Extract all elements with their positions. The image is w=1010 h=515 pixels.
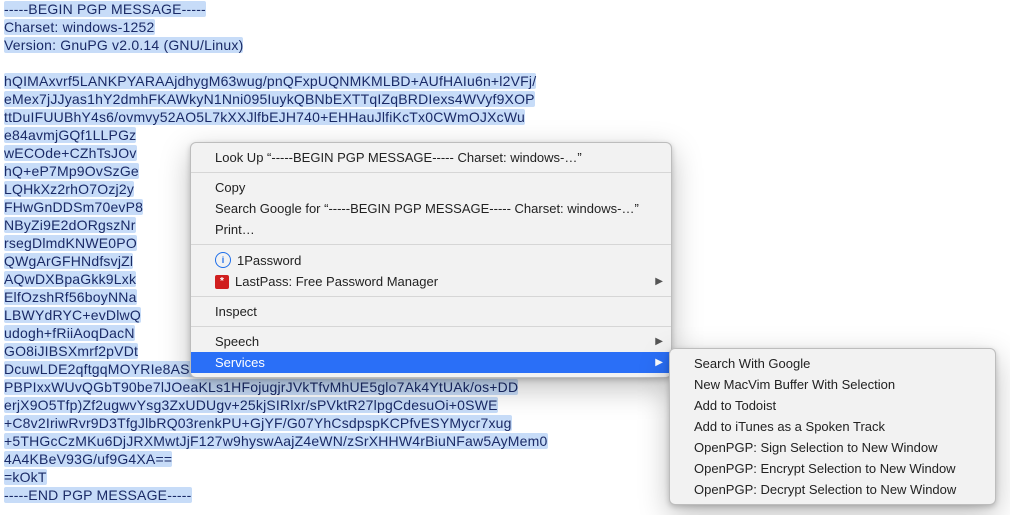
pgp-blank-line — [4, 54, 1006, 72]
menu-item-label: LastPass: Free Password Manager — [235, 274, 438, 289]
menu-item-copy[interactable]: Copy — [191, 177, 671, 198]
pgp-version-line: Version: GnuPG v2.0.14 (GNU/Linux) — [4, 36, 1006, 54]
menu-item-label: Search With Google — [694, 356, 810, 371]
menu-item-inspect[interactable]: Inspect — [191, 301, 671, 322]
menu-item-lastpass[interactable]: * LastPass: Free Password Manager ▶ — [191, 271, 671, 292]
chevron-right-icon: ▶ — [655, 357, 663, 368]
selected-text: PBPIxxWUvQGbT90be7lJOeaKLs1HFojugjrJVkTf… — [4, 379, 518, 395]
selected-text: erjX9O5Tfp)Zf2ugwvYsg3ZxUDUgv+25kjSIRlxr… — [4, 397, 498, 413]
menu-item-label: 1Password — [237, 253, 301, 268]
submenu-item-todoist[interactable]: Add to Todoist — [670, 395, 995, 416]
submenu-item-search-google[interactable]: Search With Google — [670, 353, 995, 374]
selected-text: QWgArGFHNdfsvjZl — [4, 253, 133, 269]
chevron-right-icon: ▶ — [655, 276, 663, 287]
selected-text: wECOde+CZhTsJOv — [4, 145, 137, 161]
menu-item-search-google[interactable]: Search Google for “-----BEGIN PGP MESSAG… — [191, 198, 671, 219]
selected-text: 4A4KBeV93G/uf9G4XA== — [4, 451, 172, 467]
menu-item-lookup[interactable]: Look Up “-----BEGIN PGP MESSAGE----- Cha… — [191, 147, 671, 168]
selected-text: hQ+eP7Mp9OvSzGe — [4, 163, 139, 179]
menu-item-label: Services — [215, 355, 265, 370]
pgp-body-line: hQIMAxvrf5LANKPYARAAjdhygM63wug/pnQFxpUQ… — [4, 72, 1006, 90]
selected-text: -----END PGP MESSAGE----- — [4, 487, 192, 503]
menu-item-label: OpenPGP: Sign Selection to New Window — [694, 440, 938, 455]
selected-text: LQHkXz2rhO7Ozj2y — [4, 181, 134, 197]
selected-text: rsegDlmdKNWE0PO — [4, 235, 137, 251]
pgp-body-line: ttDuIFUUBhY4s6/ovmvy52AO5L7kXXJlfbEJH740… — [4, 108, 1006, 126]
selected-text: ElfOzshRf56boyNNa — [4, 289, 137, 305]
selected-text: AQwDXBpaGkk9Lxk — [4, 271, 136, 287]
menu-item-label: OpenPGP: Decrypt Selection to New Window — [694, 482, 956, 497]
menu-item-label: Print… — [215, 222, 255, 237]
menu-item-label: Copy — [215, 180, 245, 195]
menu-item-services[interactable]: Services ▶ — [191, 352, 671, 373]
pgp-header-begin: -----BEGIN PGP MESSAGE----- — [4, 0, 1006, 18]
menu-item-label: Inspect — [215, 304, 257, 319]
menu-item-label: OpenPGP: Encrypt Selection to New Window — [694, 461, 956, 476]
menu-item-1password[interactable]: i 1Password — [191, 249, 671, 271]
context-menu: Look Up “-----BEGIN PGP MESSAGE----- Cha… — [190, 142, 672, 378]
selected-text: Version: GnuPG v2.0.14 (GNU/Linux) — [4, 37, 243, 53]
submenu-item-openpgp-decrypt[interactable]: OpenPGP: Decrypt Selection to New Window — [670, 479, 995, 500]
selected-text: LBWYdRYC+evDlwQ — [4, 307, 141, 323]
selected-text: =kOkT — [4, 469, 47, 485]
menu-item-label: Search Google for “-----BEGIN PGP MESSAG… — [215, 201, 639, 216]
onepassword-icon: i — [215, 252, 231, 268]
menu-item-speech[interactable]: Speech ▶ — [191, 331, 671, 352]
selected-text: +5THGcCzMKu6DjJRXMwtJjF127w9hyswAajZ4eWN… — [4, 433, 548, 449]
menu-item-label: Add to iTunes as a Spoken Track — [694, 419, 885, 434]
menu-item-label: New MacVim Buffer With Selection — [694, 377, 895, 392]
lastpass-icon: * — [215, 275, 229, 289]
selected-text: -----BEGIN PGP MESSAGE----- — [4, 1, 206, 17]
menu-separator — [191, 326, 671, 327]
menu-item-label: Speech — [215, 334, 259, 349]
menu-separator — [191, 172, 671, 173]
menu-item-label: Look Up “-----BEGIN PGP MESSAGE----- Cha… — [215, 150, 582, 165]
submenu-item-openpgp-encrypt[interactable]: OpenPGP: Encrypt Selection to New Window — [670, 458, 995, 479]
submenu-item-openpgp-sign[interactable]: OpenPGP: Sign Selection to New Window — [670, 437, 995, 458]
selected-text: udogh+fRiiAoqDacN — [4, 325, 135, 341]
selected-text: Charset: windows-1252 — [4, 19, 155, 35]
menu-separator — [191, 244, 671, 245]
pgp-body-line: eMex7jJJyas1hY2dmhFKAWkyN1Nni095IuykQBNb… — [4, 90, 1006, 108]
selected-text: ttDuIFUUBhY4s6/ovmvy52AO5L7kXXJlfbEJH740… — [4, 109, 525, 125]
services-submenu: Search With Google New MacVim Buffer Wit… — [669, 348, 996, 505]
selected-text: +C8v2IriwRvr9D3TfgJlbRQ03renkPU+GjYF/G07… — [4, 415, 512, 431]
menu-item-label: Add to Todoist — [694, 398, 776, 413]
selected-text: FHwGnDDSm70evP8 — [4, 199, 143, 215]
menu-item-print[interactable]: Print… — [191, 219, 671, 240]
submenu-item-macvim[interactable]: New MacVim Buffer With Selection — [670, 374, 995, 395]
selected-text: hQIMAxvrf5LANKPYARAAjdhygM63wug/pnQFxpUQ… — [4, 73, 536, 89]
submenu-item-itunes[interactable]: Add to iTunes as a Spoken Track — [670, 416, 995, 437]
selected-text: e84avmjGQf1LLPGz — [4, 127, 136, 143]
pgp-charset-line: Charset: windows-1252 — [4, 18, 1006, 36]
menu-separator — [191, 296, 671, 297]
selected-text: NByZi9E2dORgszNr — [4, 217, 136, 233]
chevron-right-icon: ▶ — [655, 336, 663, 347]
selected-text: eMex7jJJyas1hY2dmhFKAWkyN1Nni095IuykQBNb… — [4, 91, 535, 107]
selected-text: GO8iJIBSXmrf2pVDt — [4, 343, 138, 359]
